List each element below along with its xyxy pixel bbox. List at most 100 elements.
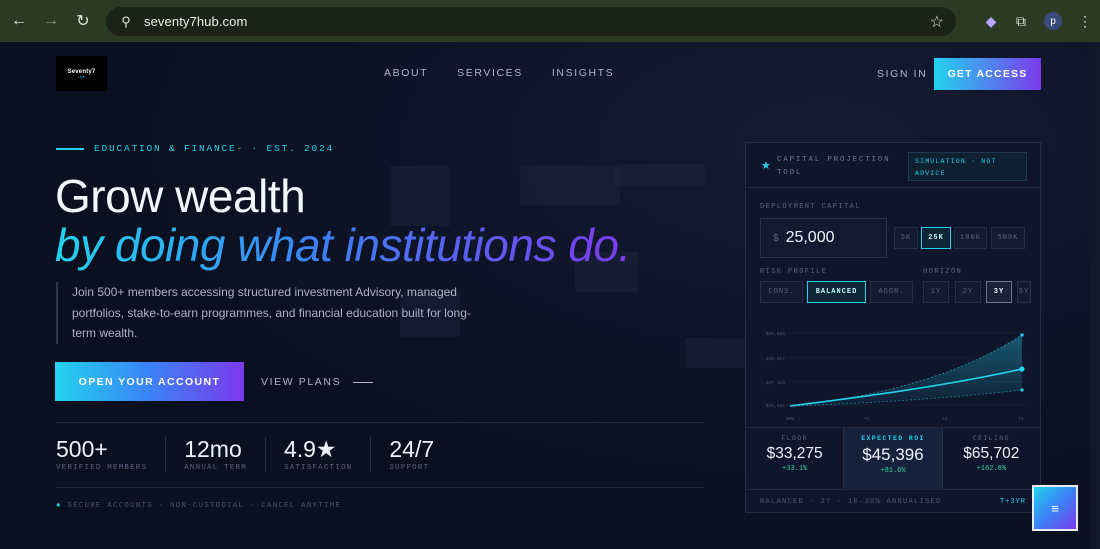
result-label: FLOOR — [781, 435, 808, 442]
stat-members: 500+ VERIFIED MEMBERS — [56, 437, 167, 472]
capital-chip-500k[interactable]: 500K — [991, 227, 1025, 249]
projection-results: FLOOR $33,275 +33.1% EXPECTED ROI $45,39… — [746, 427, 1040, 489]
x-tick-label: Y1 — [864, 416, 870, 422]
hero-eyebrow: EDUCATION & FINANCE- · EST. 2024 — [56, 143, 334, 154]
horizon-label: HORIZON — [923, 268, 963, 276]
x-tick-label: Y3 — [1018, 416, 1024, 422]
projection-summary: BALANCED · 3Y · 10–30% ANNUALISED — [760, 498, 942, 506]
background-tile — [685, 338, 745, 368]
stat-label: SUPPORT — [389, 464, 430, 472]
stat-satisfaction: 4.9★ SATISFACTION — [283, 436, 372, 472]
extensions-puzzle-icon[interactable]: ⧉ — [1006, 13, 1036, 30]
sign-in-link[interactable]: SIGN IN — [877, 68, 927, 80]
x-tick-label: NOW — [786, 416, 794, 422]
result-label: EXPECTED ROI — [861, 435, 925, 442]
horizon-chip-3y[interactable]: 3Y — [986, 281, 1012, 303]
background-tile — [390, 166, 450, 226]
stat-value: 4.9★ — [283, 436, 337, 462]
expected-point — [1019, 366, 1025, 372]
page: Seventy7 HUB ABOUT SERVICES INSIGHTS SIG… — [0, 42, 1100, 549]
card-footer: BALANCED · 3Y · 10–30% ANNUALISED T+3YR — [746, 489, 1040, 513]
projection-chart: $65,805 $48,317 $37,126 $25,965 NOW Y1 Y… — [766, 331, 1028, 422]
simulation-badge: SIMULATION · NOT ADVICE — [908, 152, 1027, 181]
capital-projection-card: ★ CAPITAL PROJECTION TOOL SIMULATION · N… — [745, 142, 1041, 513]
hero-description: Join 500+ members accessing structured i… — [56, 282, 476, 344]
view-plans-label[interactable]: VIEW PLANS — [261, 376, 341, 388]
stats-row: 500+ VERIFIED MEMBERS 12mo ANNUAL TERM 4… — [56, 437, 470, 472]
hero-headline-gradient: by doing what institutions do. — [55, 219, 631, 271]
result-percent: +81.6% — [880, 467, 906, 475]
bullet-dot-icon: ● — [56, 502, 62, 510]
hamburger-menu-icon[interactable]: ≡ — [1051, 501, 1059, 516]
capital-input[interactable]: $ 25,000 — [760, 218, 887, 258]
footnote-text: SECURE ACCOUNTS · NON-CUSTODIAL · CANCEL… — [67, 502, 342, 510]
result-value: $33,275 — [766, 445, 823, 462]
stat-label: SATISFACTION — [283, 464, 353, 472]
result-value: $45,396 — [862, 445, 924, 464]
nav-services[interactable]: SERVICES — [457, 67, 523, 79]
nav-insights[interactable]: INSIGHTS — [552, 67, 614, 79]
stat-term: 12mo ANNUAL TERM — [184, 437, 266, 472]
nav-about[interactable]: ABOUT — [384, 67, 428, 79]
result-expected: EXPECTED ROI $45,396 +81.6% — [843, 428, 943, 489]
deployment-capital-label: DEPLOYMENT CAPITAL — [760, 203, 861, 211]
stat-value: 24/7 — [389, 436, 435, 462]
stat-support: 24/7 SUPPORT — [389, 437, 452, 472]
horizon-chip-5y[interactable]: 5Y — [1017, 281, 1031, 303]
divider — [56, 422, 704, 423]
capital-chip-5k[interactable]: 5K — [894, 227, 918, 249]
forward-icon[interactable]: → — [38, 8, 64, 34]
result-value: $65,702 — [963, 445, 1020, 462]
browser-menu-icon[interactable]: ⋮ — [1070, 13, 1100, 30]
result-floor: FLOOR $33,275 +33.1% — [746, 428, 843, 489]
projection-horizon: T+3YR — [999, 498, 1026, 506]
get-access-button[interactable]: GET ACCESS — [934, 58, 1041, 90]
browser-toolbar: ← → ↻ ⚲ seventy7hub.com ☆ ◆ ⧉ p ⋮ — [0, 0, 1100, 42]
capital-value[interactable]: 25,000 — [786, 229, 835, 247]
url-text[interactable]: seventy7hub.com — [144, 14, 247, 29]
extension-icon[interactable]: ◆ — [976, 13, 1006, 30]
eyebrow-text: EDUCATION & FINANCE- · EST. 2024 — [94, 143, 335, 154]
view-plans-link[interactable]: VIEW PLANS — [261, 376, 374, 388]
main-nav: ABOUT SERVICES INSIGHTS — [384, 67, 614, 79]
open-account-button[interactable]: OPEN YOUR ACCOUNT — [55, 362, 244, 401]
risk-chip-balanced[interactable]: BALANCED — [807, 281, 866, 303]
horizon-chip-2y[interactable]: 2Y — [955, 281, 981, 303]
background-tile — [520, 166, 620, 206]
result-percent: +162.8% — [976, 465, 1007, 473]
y-tick-label: $65,805 — [766, 331, 785, 337]
card-header: ★ CAPITAL PROJECTION TOOL SIMULATION · N… — [746, 143, 1040, 188]
stat-label: ANNUAL TERM — [184, 464, 247, 472]
trust-footnote: ● SECURE ACCOUNTS · NON-CUSTODIAL · CANC… — [56, 502, 341, 510]
page-scrollbar[interactable] — [1090, 42, 1100, 549]
eyebrow-line — [56, 147, 84, 150]
view-plans-dash — [353, 381, 374, 383]
floor-point — [1020, 388, 1024, 392]
risk-chip-aggressive[interactable]: AGGR. — [870, 281, 913, 303]
card-title: CAPITAL PROJECTION TOOL — [777, 156, 891, 177]
stat-value: 12mo — [184, 436, 242, 462]
address-bar[interactable]: ⚲ seventy7hub.com ☆ — [106, 7, 956, 36]
menu-fab-button[interactable]: ≡ — [1032, 485, 1078, 531]
site-logo[interactable]: Seventy7 HUB — [56, 56, 107, 91]
site-info-icon[interactable]: ⚲ — [116, 14, 136, 30]
background-tile — [615, 164, 705, 186]
x-tick-label: Y2 — [942, 416, 948, 422]
currency-symbol: $ — [773, 232, 779, 244]
y-tick-label: $25,965 — [766, 403, 785, 409]
y-tick-label: $37,126 — [766, 380, 785, 386]
stat-label: VERIFIED MEMBERS — [56, 464, 148, 472]
risk-chip-conservative[interactable]: CONS. — [760, 281, 803, 303]
capital-chip-25k[interactable]: 25K — [921, 227, 951, 249]
result-label: CEILING — [972, 435, 1010, 442]
profile-avatar[interactable]: p — [1044, 12, 1062, 30]
star-icon: ★ — [761, 160, 771, 172]
reload-icon[interactable]: ↻ — [70, 8, 96, 34]
result-ceiling: CEILING $65,702 +162.8% — [943, 428, 1040, 489]
ceiling-point — [1020, 333, 1024, 337]
horizon-chip-1y[interactable]: 1Y — [923, 281, 949, 303]
capital-chip-100k[interactable]: 100K — [954, 227, 987, 249]
hero-headline: Grow wealth — [55, 170, 306, 222]
bookmark-star-icon[interactable]: ☆ — [930, 12, 944, 32]
back-icon[interactable]: ← — [6, 8, 32, 34]
